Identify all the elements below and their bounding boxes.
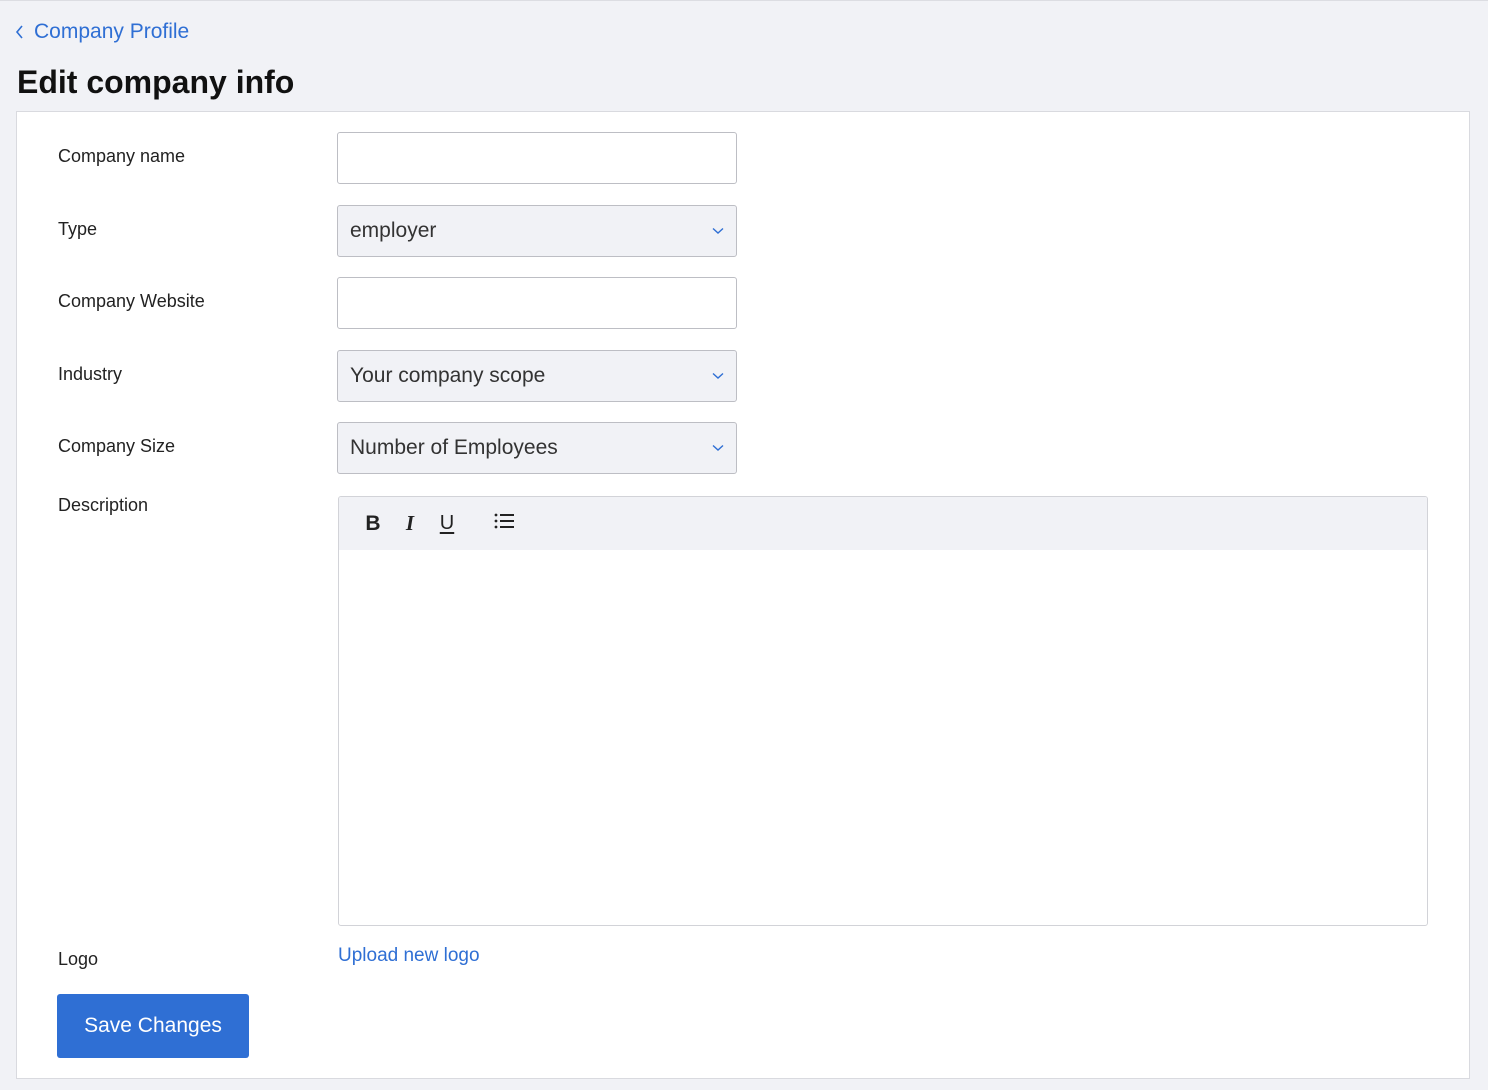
breadcrumb[interactable]: Company Profile (15, 20, 189, 44)
company-name-label: Company name (58, 146, 186, 166)
underline-button[interactable]: U (433, 510, 461, 538)
breadcrumb-label: Company Profile (34, 20, 190, 43)
editor-toolbar: B I U (339, 497, 1427, 550)
chevron-down-icon (712, 227, 724, 235)
description-text-area[interactable] (339, 550, 1427, 925)
description-label: Description (58, 495, 149, 515)
top-border (0, 0, 1488, 1)
type-select[interactable]: employer (337, 205, 737, 257)
description-editor: B I U (338, 496, 1428, 926)
chevron-left-icon (15, 25, 24, 39)
bullet-list-button[interactable] (490, 510, 518, 538)
bullet-list-icon (494, 513, 514, 534)
company-size-select[interactable]: Number of Employees (337, 422, 737, 474)
company-name-input[interactable] (337, 132, 737, 184)
type-label: Type (58, 219, 98, 239)
industry-label: Industry (58, 364, 123, 384)
industry-select-value: Your company scope (350, 364, 546, 387)
chevron-down-icon (712, 444, 724, 452)
company-size-label: Company Size (58, 436, 176, 456)
industry-select[interactable]: Your company scope (337, 350, 737, 402)
company-size-select-value: Number of Employees (350, 436, 558, 459)
chevron-down-icon (712, 372, 724, 380)
upload-logo-link[interactable]: Upload new logo (338, 945, 480, 967)
edit-form-card: Company name Type employer Company Websi… (16, 111, 1470, 1079)
save-changes-button[interactable]: Save Changes (57, 994, 249, 1058)
logo-label: Logo (58, 949, 99, 969)
italic-button[interactable]: I (396, 510, 424, 538)
page-title: Edit company info (17, 64, 295, 100)
company-website-input[interactable] (337, 277, 737, 329)
type-select-value: employer (350, 219, 437, 242)
bold-button[interactable]: B (359, 510, 387, 538)
company-website-label: Company Website (58, 291, 205, 311)
